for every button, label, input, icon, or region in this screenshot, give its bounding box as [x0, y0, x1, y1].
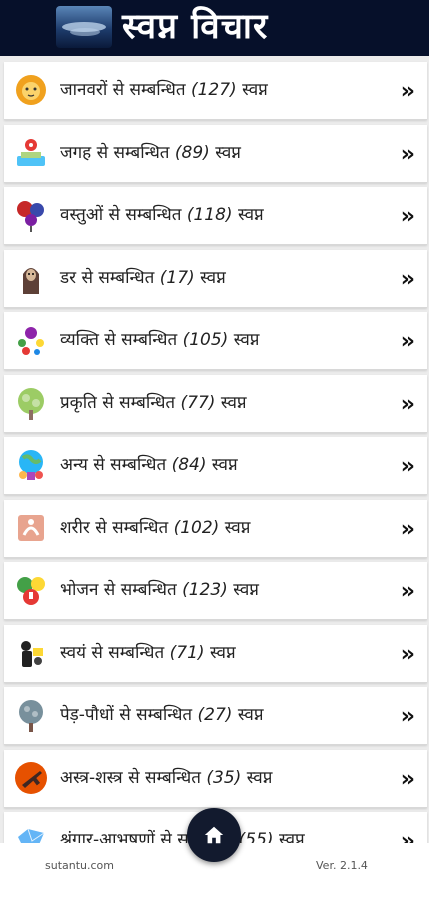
category-name: जगह से सम्बन्धित [60, 142, 170, 163]
chevron-right-icon: » [400, 516, 415, 542]
category-label: जानवरों से सम्बन्धित (127) स्वप्न [60, 62, 268, 119]
body-icon [18, 514, 44, 541]
dream-count: (27) [197, 705, 233, 725]
chevron-right-icon: » [400, 766, 415, 792]
category-suffix: स्वप्न [211, 455, 238, 475]
category-row[interactable]: भोजन से सम्बन्धित (123) स्वप्न » [4, 562, 427, 620]
dream-count: (105) [182, 330, 229, 350]
dream-count: (17) [159, 267, 195, 288]
category-row[interactable]: प्रकृति से सम्बन्धित (77) स्वप्न » [4, 374, 427, 433]
app-title: स्वप्न विचार [122, 6, 269, 47]
category-name: डर से सम्बन्धित [60, 267, 155, 288]
night-sky-logo [56, 6, 112, 48]
chevron-right-icon: » [400, 704, 415, 729]
category-suffix: स्वप्न [237, 705, 264, 725]
chevron-right-icon: » [400, 204, 415, 229]
category-name: शरीर से सम्बन्धित [60, 517, 169, 538]
chevron-right-icon: » [400, 579, 415, 604]
dream-count: (118) [186, 205, 233, 225]
category-label: अस्त्र-शस्त्र से सम्बन्धित (35) स्वप्न [60, 750, 272, 807]
globe-people-icon [19, 450, 43, 480]
category-suffix: स्वप्न [200, 267, 226, 288]
category-suffix: स्वप्न [215, 142, 241, 163]
dream-count: (127) [190, 80, 237, 100]
category-label: जगह से सम्बन्धित (89) स्वप्न [60, 125, 241, 182]
category-label: प्रकृति से सम्बन्धित (77) स्वप्न [60, 375, 247, 432]
tree-icon [18, 387, 44, 420]
category-name: व्यक्ति से सम्बन्धित [60, 330, 178, 350]
dream-count: (123) [182, 580, 228, 600]
category-suffix: स्वप्न [237, 205, 264, 225]
category-name: अस्त्र-शस्त्र से सम्बन्धित [60, 767, 201, 788]
app-header: स्वप्न विचार [0, 0, 429, 56]
dream-count: (77) [180, 392, 216, 413]
category-name: वस्तुओं से सम्बन्धित [60, 205, 182, 225]
category-row[interactable]: जानवरों से सम्बन्धित (127) स्वप्न » [4, 62, 427, 120]
category-name: पेड़-पौधों से सम्बन्धित [60, 705, 193, 725]
dream-count: (84) [171, 455, 207, 475]
food-icon [17, 577, 45, 605]
category-row[interactable]: अन्य से सम्बन्धित (84) स्वप्न » [4, 437, 427, 495]
category-row[interactable]: व्यक्ति से सम्बन्धित (105) स्वप्न » [4, 312, 427, 370]
category-name: भोजन से सम्बन्धित [60, 580, 177, 600]
category-label: शरीर से सम्बन्धित (102) स्वप्न [60, 500, 250, 557]
category-label: पेड़-पौधों से सम्बन्धित (27) स्वप्न [60, 687, 264, 744]
category-suffix: स्वप्न [209, 642, 236, 663]
category-label: व्यक्ति से सम्बन्धित (105) स्वप्न [60, 312, 259, 369]
dream-count: (102) [173, 517, 220, 538]
chevron-right-icon: » [400, 266, 415, 292]
dream-count: (71) [169, 642, 205, 663]
category-label: वस्तुओं से सम्बन्धित (118) स्वप्न [60, 187, 264, 244]
category-suffix: स्वप्न [233, 330, 260, 350]
plant-icon [19, 700, 43, 732]
category-row[interactable]: अस्त्र-शस्त्र से सम्बन्धित (35) स्वप्न » [4, 749, 427, 808]
category-name: अन्य से सम्बन्धित [60, 455, 167, 475]
category-name: जानवरों से सम्बन्धित [60, 80, 186, 100]
category-suffix: स्वप्न [242, 80, 268, 100]
home-button[interactable] [187, 808, 241, 862]
home-icon [204, 826, 224, 844]
category-name: स्वयं से सम्बन्धित [60, 642, 165, 663]
chevron-right-icon: » [400, 79, 415, 104]
category-name: प्रकृति से सम्बन्धित [60, 392, 176, 413]
lion-icon [16, 75, 46, 105]
category-row[interactable]: स्वयं से सम्बन्धित (71) स्वप्न » [4, 624, 427, 683]
dream-count: (35) [206, 767, 242, 788]
weapon-icon [15, 761, 47, 794]
chevron-right-icon: » [400, 454, 415, 479]
category-suffix: स्वप्न [233, 580, 259, 600]
dream-count: (89) [174, 142, 210, 163]
category-suffix: स्वप्न [220, 392, 247, 413]
chevron-right-icon: » [400, 141, 415, 167]
category-label: डर से सम्बन्धित (17) स्वप्न [60, 250, 226, 307]
map-pin-icon [17, 138, 45, 166]
category-row[interactable]: जगह से सम्बन्धित (89) स्वप्न » [4, 124, 427, 183]
category-label: स्वयं से सम्बन्धित (71) स्वप्न [60, 625, 236, 682]
chevron-right-icon: » [400, 391, 415, 417]
category-label: भोजन से सम्बन्धित (123) स्वप्न [60, 562, 259, 619]
person-icon [18, 327, 44, 355]
ghost-icon [23, 267, 39, 294]
chevron-right-icon: » [400, 329, 415, 354]
self-icon [21, 640, 43, 667]
category-label: अन्य से सम्बन्धित (84) स्वप्न [60, 437, 238, 494]
category-row[interactable]: पेड़-पौधों से सम्बन्धित (27) स्वप्न » [4, 687, 427, 745]
category-row[interactable]: डर से सम्बन्धित (17) स्वप्न » [4, 249, 427, 308]
chevron-right-icon: » [400, 641, 415, 667]
category-row[interactable]: वस्तुओं से सम्बन्धित (118) स्वप्न » [4, 187, 427, 245]
category-suffix: स्वप्न [224, 517, 251, 538]
category-row[interactable]: शरीर से सम्बन्धित (102) स्वप्न » [4, 499, 427, 558]
objects-icon [17, 201, 44, 232]
site-link[interactable]: sutantu.com [45, 859, 114, 872]
version-label: Ver. 2.1.4 [316, 859, 368, 872]
category-suffix: स्वप्न [246, 767, 273, 788]
